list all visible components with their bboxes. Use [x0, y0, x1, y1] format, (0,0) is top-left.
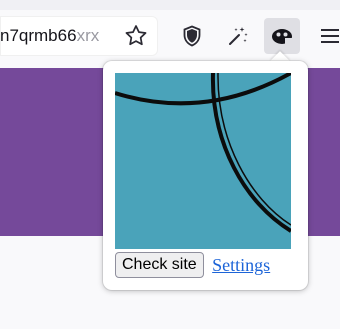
- shield-icon[interactable]: [174, 18, 210, 54]
- site-preview-image: [115, 73, 291, 249]
- address-bar[interactable]: n7qrmb66xrx: [0, 16, 158, 56]
- extension-icon[interactable]: [264, 18, 300, 54]
- popup-actions: Check site Settings: [115, 252, 270, 280]
- extension-popup: Check site Settings: [103, 61, 308, 290]
- url-text[interactable]: n7qrmb66xrx: [0, 26, 118, 46]
- tab-strip-edge: [0, 0, 340, 10]
- url-faded: xrx: [76, 26, 100, 45]
- check-site-button[interactable]: Check site: [115, 252, 204, 278]
- settings-link[interactable]: Settings: [212, 255, 270, 276]
- magic-wand-icon[interactable]: [220, 18, 256, 54]
- url-visible: n7qrmb66: [0, 26, 77, 45]
- star-icon[interactable]: [123, 23, 149, 49]
- menu-icon[interactable]: [312, 18, 340, 54]
